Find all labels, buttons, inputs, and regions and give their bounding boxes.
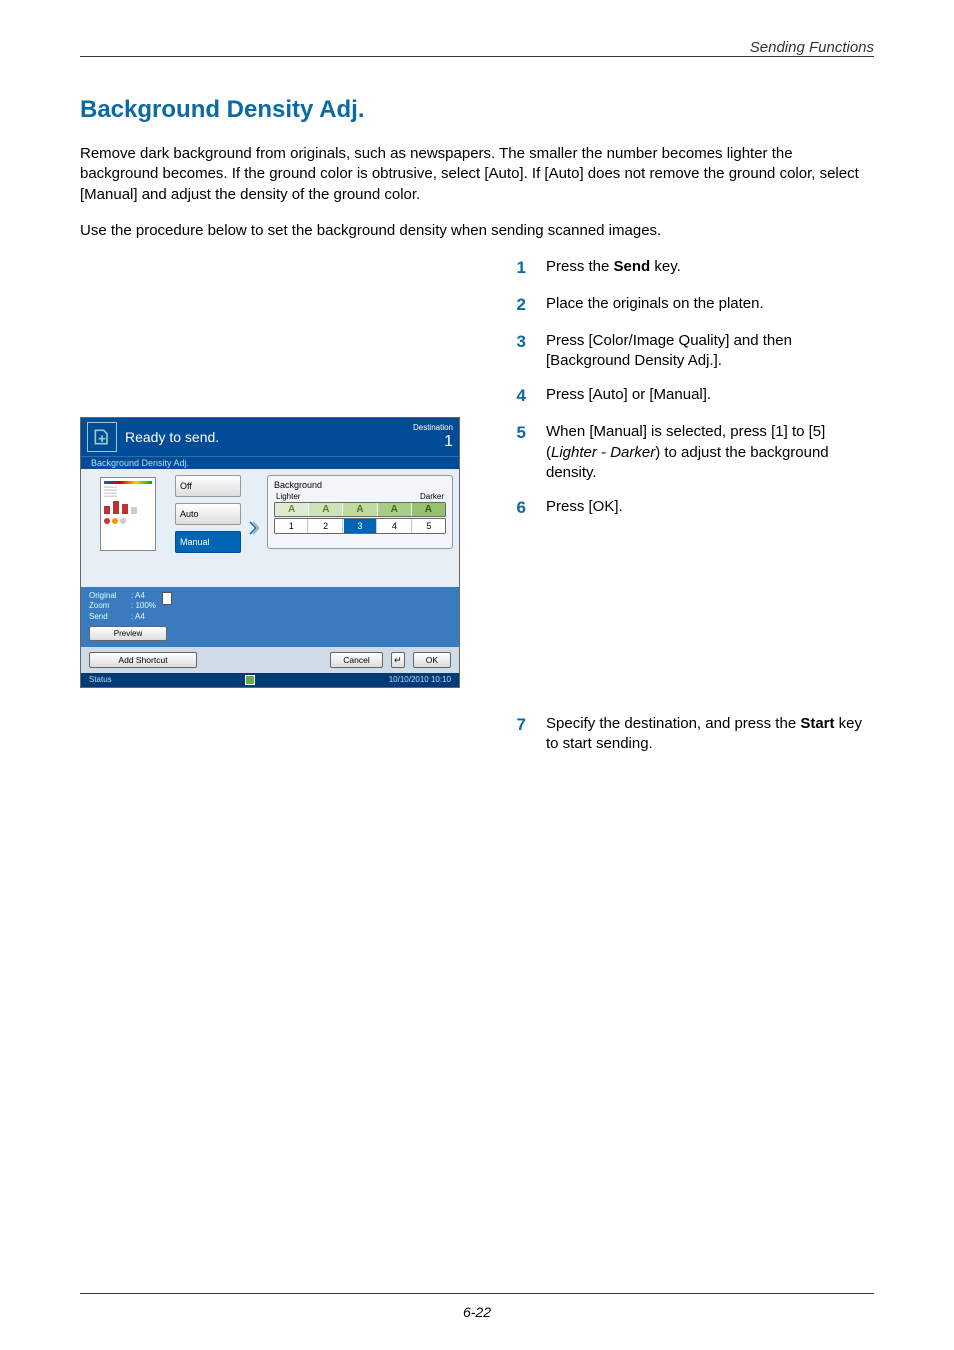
page-icon (162, 592, 172, 605)
status-label[interactable]: Status (89, 675, 112, 685)
density-level-3[interactable]: 3 (344, 519, 377, 533)
step-number: 6 (510, 497, 526, 520)
density-level-5[interactable]: 5 (413, 519, 445, 533)
status-indicator-icon (245, 675, 255, 685)
density-group: Background Lighter Darker A A A A A (267, 475, 453, 549)
page-title: Background Density Adj. (80, 96, 874, 124)
mode-off-button[interactable]: Off (175, 475, 241, 497)
original-info: Original: A4 Zoom: 100% Send: A4 (89, 591, 156, 622)
destination-counter: Destination 1 (413, 424, 453, 450)
step-7-text: Specify the destination, and press the S… (546, 714, 874, 755)
density-label: Background (274, 480, 446, 490)
density-level-4[interactable]: 4 (378, 519, 411, 533)
mode-manual-button[interactable]: Manual (175, 531, 241, 553)
step-1-text: Press the Send key. (546, 257, 681, 280)
step-3-text: Press [Color/Image Quality] and then [Ba… (546, 331, 874, 372)
back-icon[interactable]: ↵ (391, 652, 405, 668)
step-number: 7 (510, 714, 526, 755)
density-swatches: A A A A A (274, 502, 446, 517)
touch-panel: Ready to send. Destination 1 Background … (80, 417, 460, 688)
send-icon (87, 422, 117, 452)
status-timestamp: 10/10/2010 10:10 (389, 675, 451, 685)
density-level-2[interactable]: 2 (309, 519, 342, 533)
mode-auto-button[interactable]: Auto (175, 503, 241, 525)
panel-status-text: Ready to send. (125, 429, 413, 445)
darker-label: Darker (420, 492, 444, 501)
intro-paragraph-2: Use the procedure below to set the backg… (80, 221, 874, 241)
density-level-1[interactable]: 1 (275, 519, 308, 533)
step-number: 1 (510, 257, 526, 280)
step-6-text: Press [OK]. (546, 497, 623, 520)
running-head: Sending Functions (80, 39, 874, 56)
cancel-button[interactable]: Cancel (330, 652, 382, 668)
chevron-right-icon (247, 521, 261, 535)
step-number: 2 (510, 294, 526, 317)
intro-paragraph-1: Remove dark background from originals, s… (80, 144, 874, 205)
step-4-text: Press [Auto] or [Manual]. (546, 385, 711, 408)
add-shortcut-button[interactable]: Add Shortcut (89, 652, 197, 668)
step-number: 4 (510, 385, 526, 408)
page-number: 6-22 (80, 1304, 874, 1320)
panel-breadcrumb: Background Density Adj. (81, 456, 459, 469)
lighter-label: Lighter (276, 492, 300, 501)
step-5-text: When [Manual] is selected, press [1] to … (546, 422, 874, 483)
preview-thumbnail: ▪▪▪▪▪▪▪▪▪▪▪▪▪▪▪▪▪▪▪▪▪▪▪▪▪▪▪▪▪▪▪▪▪▪▪▪▪▪▪▪… (87, 475, 169, 581)
step-2-text: Place the originals on the platen. (546, 294, 764, 317)
step-number: 5 (510, 422, 526, 483)
preview-button[interactable]: Preview (89, 626, 167, 641)
ok-button[interactable]: OK (413, 652, 451, 668)
step-number: 3 (510, 331, 526, 372)
